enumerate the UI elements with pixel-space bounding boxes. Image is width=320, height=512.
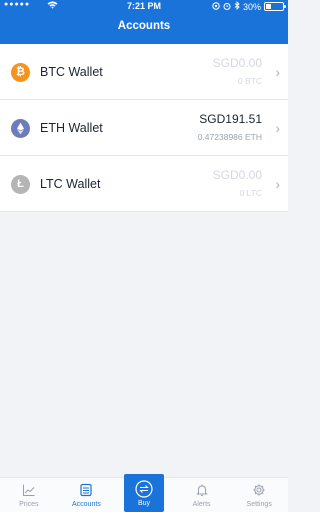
wallet-name: ETH Wallet [40, 121, 103, 135]
battery-percent: 30% [242, 1, 261, 12]
tab-label: Buy [137, 500, 151, 507]
tab-settings[interactable]: Settings [230, 478, 288, 512]
wallet-crypto-balance: 0.47238986 ETH [197, 132, 262, 142]
wallet-list: ₿ BTC Wallet SGD0.00 0 BTC › ETH Wallet … [0, 44, 288, 212]
exchange-icon [135, 480, 153, 498]
tab-buy[interactable]: Buy [124, 474, 164, 512]
wallet-row-btc[interactable]: ₿ BTC Wallet SGD0.00 0 BTC › [0, 44, 288, 100]
tab-accounts[interactable]: Accounts [58, 478, 116, 512]
tab-label: Accounts [71, 501, 101, 508]
chevron-right-icon: › [275, 176, 280, 192]
wallet-row-ltc[interactable]: Ł LTC Wallet SGD0.00 0 LTC › [0, 156, 288, 212]
battery-icon [264, 2, 286, 11]
wallet-name: LTC Wallet [40, 177, 101, 191]
bell-icon [195, 484, 208, 497]
wallet-fiat-balance: SGD191.51 [199, 112, 262, 126]
alarm-icon [223, 2, 231, 12]
wallet-icon [80, 483, 92, 497]
page-title: Accounts [117, 20, 171, 32]
chevron-right-icon: › [275, 64, 280, 80]
chart-icon [22, 484, 35, 496]
wallet-fiat-balance: SGD0.00 [212, 56, 262, 70]
wallet-name: BTC Wallet [40, 65, 103, 79]
wallet-row-eth[interactable]: ETH Wallet SGD191.51 0.47238986 ETH › [0, 100, 288, 156]
gear-icon [253, 484, 265, 496]
bitcoin-icon: ₿ [11, 63, 30, 82]
tab-label: Alerts [192, 501, 211, 508]
tab-label: Prices [19, 501, 39, 508]
wallet-fiat-balance: SGD0.00 [212, 168, 262, 182]
tab-prices[interactable]: Prices [0, 478, 58, 512]
wallet-crypto-balance: 0 BTC [237, 76, 262, 86]
wallet-crypto-balance: 0 LTC [239, 188, 262, 198]
ethereum-icon [11, 119, 30, 138]
bluetooth-icon [234, 0, 240, 12]
tab-alerts[interactable]: Alerts [173, 478, 231, 512]
status-bar: ●●●●● 7:21 PM 30% [0, 0, 288, 14]
location-icon [212, 1, 220, 12]
app-header: ●●●●● 7:21 PM 30% Accounts [0, 0, 288, 44]
litecoin-icon: Ł [11, 175, 30, 194]
chevron-right-icon: › [275, 120, 280, 136]
tab-label: Settings [246, 501, 272, 508]
